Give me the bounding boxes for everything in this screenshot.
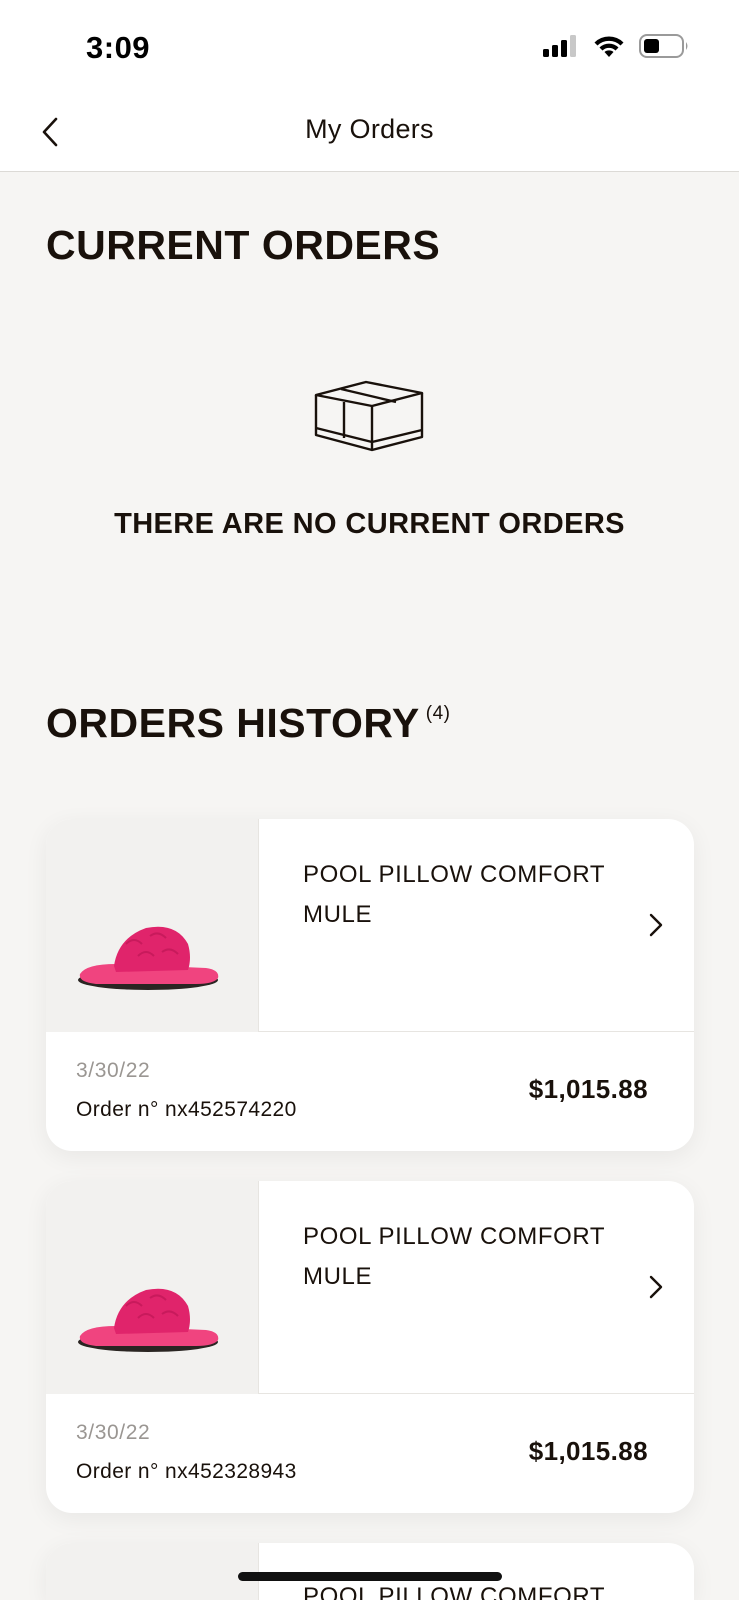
order-number: Order n° nx452328943 xyxy=(76,1460,297,1483)
status-bar: 3:09 xyxy=(0,0,739,96)
product-name: POOL PILLOW COMFORT MULE xyxy=(303,861,605,928)
empty-state-message: THERE ARE NO CURRENT ORDERS xyxy=(114,508,625,540)
status-icons xyxy=(543,34,689,58)
order-date: 3/30/22 xyxy=(76,1421,151,1444)
order-card[interactable]: POOL PILLOW COMFORT MULE 3/30/22 Order n… xyxy=(46,1181,694,1513)
product-image xyxy=(46,1181,259,1394)
order-card-header: POOL PILLOW COMFORT MULE xyxy=(46,819,694,1032)
cellular-signal-icon xyxy=(543,35,576,57)
chevron-right-icon xyxy=(649,1275,663,1299)
order-price: $1,015.88 xyxy=(528,1074,648,1104)
order-price: $1,015.88 xyxy=(528,1436,648,1466)
home-indicator[interactable] xyxy=(238,1572,502,1581)
order-number: Order n° nx452574220 xyxy=(76,1098,297,1121)
wifi-icon xyxy=(594,36,624,57)
orders-history-title: ORDERS HISTORY xyxy=(46,700,420,746)
pink-slide-sandal-image xyxy=(78,926,219,990)
battery-icon xyxy=(639,34,688,58)
status-time: 3:09 xyxy=(86,30,151,65)
page-title: My Orders xyxy=(305,114,434,144)
product-image xyxy=(46,1543,259,1600)
product-image xyxy=(46,819,259,1032)
pink-slide-sandal-image xyxy=(78,1288,219,1352)
orders-history-count: (4) xyxy=(425,703,451,724)
package-box-icon xyxy=(314,380,424,452)
chevron-right-icon xyxy=(649,913,663,937)
nav-bar: My Orders xyxy=(0,96,739,172)
order-card-header: POOL PILLOW COMFORT MULE xyxy=(46,1181,694,1394)
order-date: 3/30/22 xyxy=(76,1059,151,1082)
product-name: POOL PILLOW COMFORT MULE xyxy=(303,1223,605,1290)
order-card[interactable]: POOL PILLOW COMFORT MULE 3/30/22 Order n… xyxy=(46,819,694,1151)
current-orders-heading: CURRENT ORDERS xyxy=(46,222,441,268)
orders-history-heading: ORDERS HISTORY (4) xyxy=(46,700,451,747)
